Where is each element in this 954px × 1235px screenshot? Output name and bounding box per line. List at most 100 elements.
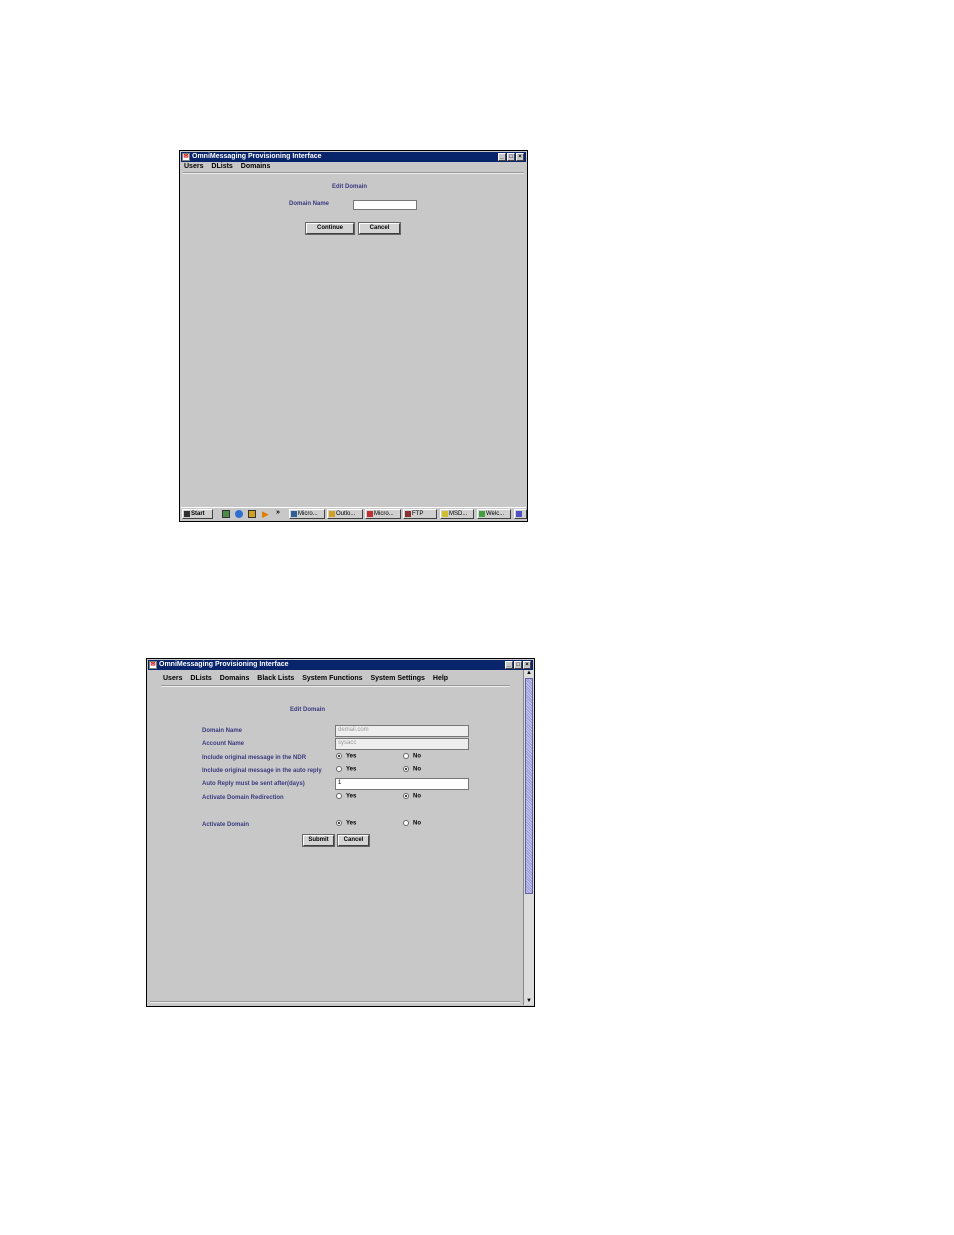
scroll-up-icon[interactable]: ▲ xyxy=(525,670,533,677)
page-heading: Edit Domain xyxy=(332,184,368,190)
taskbar-item-3[interactable]: Micro... xyxy=(365,509,401,519)
taskbar-item-6[interactable]: Welc... xyxy=(477,509,511,519)
days-label: Auto Reply must be sent after(days) xyxy=(202,781,305,787)
domain-name-input[interactable] xyxy=(353,200,417,210)
radio-label: Yes xyxy=(346,753,357,760)
continue-button[interactable]: Continue xyxy=(305,222,355,235)
radio-selected-icon xyxy=(403,793,409,799)
radio-label: Yes xyxy=(346,793,357,800)
radio-unselected-icon xyxy=(336,793,342,799)
taskbar-item-label: Micro... xyxy=(298,511,318,517)
menu-system-functions[interactable]: System Functions xyxy=(302,675,362,682)
app-icon: ✉ xyxy=(182,153,190,161)
radio-label: No xyxy=(413,753,421,760)
menu-domains[interactable]: Domains xyxy=(241,163,271,170)
menu-bar: Users DLists Domains Black Lists System … xyxy=(163,675,454,682)
cancel-button[interactable]: Cancel xyxy=(358,222,401,235)
taskbar-item-4[interactable]: FTP xyxy=(403,509,437,519)
radio-label: No xyxy=(413,793,421,800)
taskbar-item-label: Welc... xyxy=(486,511,505,517)
quick-launch-browser-icon[interactable] xyxy=(235,510,243,518)
radio-label: Yes xyxy=(346,820,357,827)
app-icon xyxy=(516,511,522,517)
ndr-label: Include original message in the NDR xyxy=(202,755,307,761)
app-icon xyxy=(329,511,335,517)
taskbar-item-1[interactable]: Micro... xyxy=(289,509,325,519)
activate-no-radio[interactable]: No xyxy=(403,820,421,827)
taskbar-item-label: MSD... xyxy=(449,511,468,517)
menu-system-settings[interactable]: System Settings xyxy=(370,675,424,682)
activate-domain-label: Activate Domain xyxy=(202,822,250,828)
taskbar-item-5[interactable]: MSD... xyxy=(440,509,474,519)
quick-launch-chevron[interactable]: » xyxy=(276,509,280,516)
radio-unselected-icon xyxy=(403,753,409,759)
taskbar-item-label: Micro... xyxy=(374,511,394,517)
menu-users[interactable]: Users xyxy=(163,675,182,682)
menu-domains[interactable]: Domains xyxy=(220,675,250,682)
taskbar-item-7[interactable] xyxy=(514,509,527,519)
domain-name-label: Domain Name xyxy=(289,201,330,207)
vertical-scrollbar[interactable]: ▲ ▼ xyxy=(523,670,534,1005)
windows-logo-icon xyxy=(184,511,190,517)
days-input[interactable]: 1 xyxy=(335,778,469,790)
auto-reply-no-radio[interactable]: No xyxy=(403,766,421,773)
menu-help[interactable]: Help xyxy=(433,675,448,682)
window-title: OmniMessaging Provisioning Interface xyxy=(192,153,322,160)
window-title: OmniMessaging Provisioning Interface xyxy=(159,661,289,668)
account-name-field: sysacc xyxy=(335,738,469,750)
start-button[interactable]: Start xyxy=(182,509,213,519)
submit-button[interactable]: Submit xyxy=(302,834,335,847)
taskbar: Start ▶ » Micro... Outlo... Micro... FTP… xyxy=(181,507,527,520)
app-icon: ✉ xyxy=(149,661,157,669)
app-icon xyxy=(479,511,485,517)
radio-unselected-icon xyxy=(403,820,409,826)
menu-divider xyxy=(183,172,524,174)
close-icon[interactable]: × xyxy=(523,661,531,669)
quick-launch-media-icon[interactable]: ▶ xyxy=(262,509,269,519)
menu-black-lists[interactable]: Black Lists xyxy=(257,675,294,682)
quick-launch-desktop-icon[interactable] xyxy=(222,510,230,518)
minimize-icon[interactable]: _ xyxy=(498,153,506,161)
scroll-thumb[interactable] xyxy=(525,678,533,894)
account-name-label: Account Name xyxy=(202,741,245,747)
maximize-icon[interactable]: □ xyxy=(514,661,522,669)
radio-unselected-icon xyxy=(336,766,342,772)
radio-selected-icon xyxy=(403,766,409,772)
app-icon xyxy=(405,511,411,517)
taskbar-item-2[interactable]: Outlo... xyxy=(327,509,363,519)
taskbar-item-label: Outlo... xyxy=(336,511,356,517)
page-heading: Edit Domain xyxy=(290,707,326,713)
app-icon xyxy=(291,511,297,517)
scroll-down-icon[interactable]: ▼ xyxy=(525,998,533,1005)
redirection-no-radio[interactable]: No xyxy=(403,793,421,800)
auto-reply-yes-radio[interactable]: Yes xyxy=(336,766,356,773)
radio-selected-icon xyxy=(336,820,342,826)
menu-divider xyxy=(161,685,510,687)
ndr-no-radio[interactable]: No xyxy=(403,753,421,760)
redirection-yes-radio[interactable]: Yes xyxy=(336,793,356,800)
redirection-label: Activate Domain Redirection xyxy=(202,795,284,801)
radio-label: Yes xyxy=(346,766,357,773)
edit-domain-window: ✉ OmniMessaging Provisioning Interface _… xyxy=(179,150,528,522)
domain-name-label: Domain Name xyxy=(202,728,243,734)
minimize-icon[interactable]: _ xyxy=(505,661,513,669)
start-label: Start xyxy=(191,511,205,517)
activate-yes-radio[interactable]: Yes xyxy=(336,820,356,827)
auto-reply-label: Include original message in the auto rep… xyxy=(202,768,322,774)
window-title-bar[interactable]: ✉ OmniMessaging Provisioning Interface _… xyxy=(181,152,526,162)
edit-domain-details-window: ✉ OmniMessaging Provisioning Interface _… xyxy=(146,658,535,1007)
bottom-divider xyxy=(150,1001,520,1003)
ndr-yes-radio[interactable]: Yes xyxy=(336,753,356,760)
taskbar-item-label: FTP xyxy=(412,511,424,517)
menu-dlists[interactable]: DLists xyxy=(190,675,211,682)
menu-bar: Users DLists Domains xyxy=(184,163,276,170)
radio-selected-icon xyxy=(336,753,342,759)
menu-dlists[interactable]: DLists xyxy=(211,163,232,170)
cancel-button[interactable]: Cancel xyxy=(337,834,370,847)
close-icon[interactable]: × xyxy=(516,153,524,161)
window-title-bar[interactable]: ✉ OmniMessaging Provisioning Interface _… xyxy=(148,660,533,670)
radio-label: No xyxy=(413,766,421,773)
menu-users[interactable]: Users xyxy=(184,163,203,170)
maximize-icon[interactable]: □ xyxy=(507,153,515,161)
quick-launch-outlook-icon[interactable] xyxy=(248,510,256,518)
